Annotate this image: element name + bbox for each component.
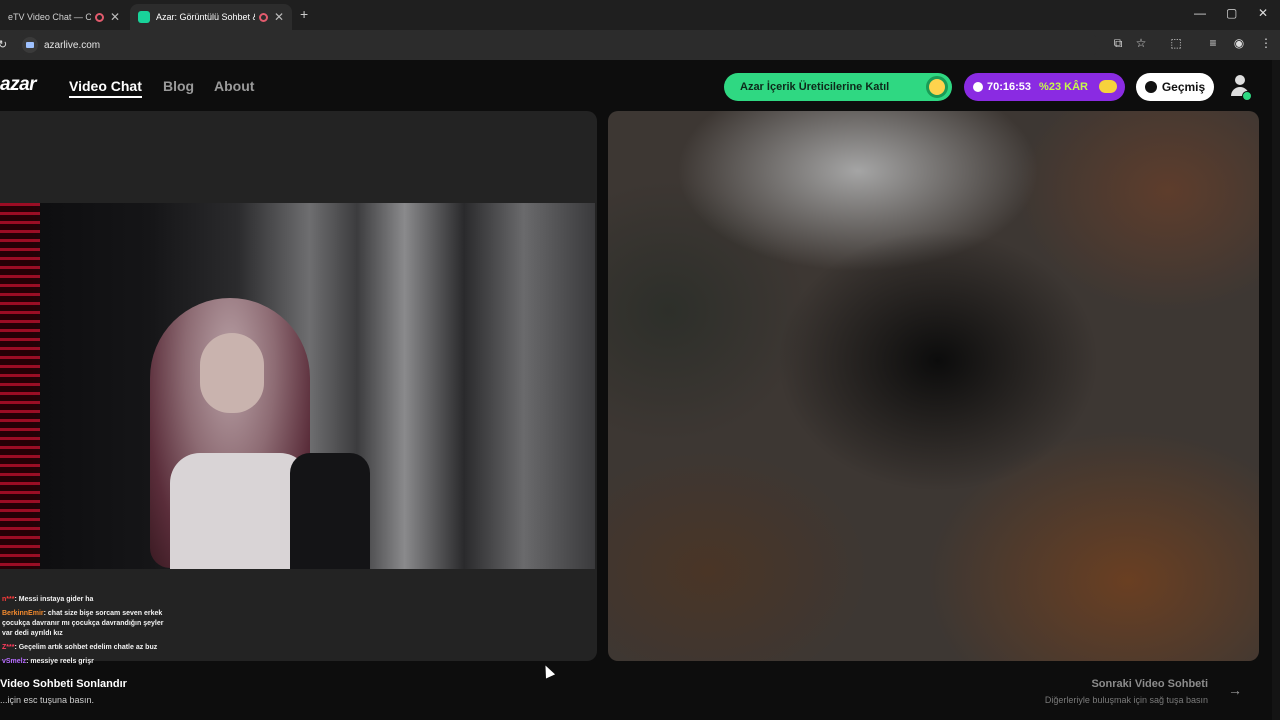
close-tab-icon[interactable]: ✕ [274,10,284,24]
media-controls-icon[interactable]: ≡ [1205,36,1221,50]
mouse-cursor-icon [540,663,556,679]
new-tab-button[interactable]: + [300,6,308,22]
maximize-button[interactable]: ▢ [1226,6,1237,20]
local-video-panel [0,111,597,661]
nav-video-chat[interactable]: Video Chat [69,78,142,98]
chat-text: messiye reels grişr [30,658,94,665]
camera-sticker-icon [926,76,948,98]
chat-text: Geçelim artık sohbet edelim chatle az bu… [18,644,158,651]
tab-omegle[interactable]: eTV Video Chat — Ome ✕ [0,4,128,30]
chat-text: Messi instaya gider ha [18,596,94,603]
browser-menu-icon[interactable]: ⋮ [1258,36,1274,50]
history-icon [1144,81,1157,93]
chat-username: n*** [2,596,15,603]
person-shirt [170,453,310,569]
led-lights [0,203,40,569]
history-label: Geçmiş [1161,80,1206,94]
gem-sticker-icon [1099,80,1117,93]
recording-icon [258,12,268,22]
end-chat-title[interactable]: Video Sohbeti Sonlandır [0,678,127,690]
azar-logo[interactable]: azar [0,74,37,96]
recording-icon [94,12,104,22]
tab-azar[interactable]: Azar: Görüntülü Sohbet & ✕ [130,4,292,30]
close-window-button[interactable]: ✕ [1258,6,1268,20]
tab-title: eTV Video Chat — Ome [8,12,91,22]
chat-username: Z*** [2,644,15,651]
url-text: azarlive.com [44,39,101,51]
nav-about[interactable]: About [214,78,254,94]
stream-chat: n***: Messi instaya gider ha BerkinnEmir… [2,595,172,671]
creator-cta-button[interactable]: Azar İçerik Üreticilerine Katıl [724,73,952,101]
chat-username: vSmelz [2,658,27,665]
remote-video-panel [608,111,1259,661]
history-button[interactable]: Geçmiş [1136,73,1214,101]
next-chat-title[interactable]: Sonraki Video Sohbeti [1091,678,1208,690]
install-app-icon[interactable]: ⧉ [1110,36,1126,51]
promo-discount: %23 KÂR [1039,81,1088,93]
end-chat-hint: ...için esc tuşuna basın. [0,695,95,705]
azar-page: azar Video Chat Blog About Azar İçerik Ü… [0,60,1280,720]
person-jacket [290,453,370,569]
site-info-icon[interactable] [22,37,38,53]
minimize-button[interactable]: — [1194,6,1206,20]
bookmark-star-icon[interactable]: ☆ [1133,36,1149,50]
browser-tab-bar: eTV Video Chat — Ome ✕ Azar: Görüntülü S… [0,0,1280,30]
azar-favicon-icon [138,11,150,23]
chat-message: n***: Messi instaya gider ha [2,596,94,603]
browser-toolbar: ↻ azarlive.com [0,30,1280,60]
nav-blog[interactable]: Blog [163,78,194,94]
next-chat-hint: Diğerleriyle buluşmak için sağ tuşa bası… [1044,695,1208,705]
chat-message: BerkinnEmir: chat size bişe sorcam seven… [2,610,164,637]
person-face [200,333,264,413]
reload-icon[interactable]: ↻ [0,38,7,51]
creator-cta-label: Azar İçerik Üreticilerine Katıl [740,81,890,93]
webcam-overlay [0,203,595,569]
chat-message: Z***: Geçelim artık sohbet edelim chatle… [2,644,158,651]
tab-title: Azar: Görüntülü Sohbet & [156,12,255,22]
page-scrollbar[interactable] [1272,60,1280,720]
user-avatar[interactable] [1230,75,1252,101]
close-tab-icon[interactable]: ✕ [110,10,120,24]
extensions-icon[interactable]: ⬚ [1168,36,1184,50]
next-arrow-icon[interactable]: → [1228,682,1242,698]
promo-timer: 70:16:53 [987,81,1032,93]
promo-button[interactable]: 70:16:53 %23 KÂR [964,73,1125,101]
chat-username: BerkinnEmir [2,610,44,617]
address-bar[interactable]: azarlive.com [18,34,1100,56]
clock-icon [973,82,983,92]
profile-icon[interactable]: ◉ [1231,36,1247,50]
online-status-icon [1242,91,1252,101]
chat-message: vSmelz: messiye reels grişr [2,658,94,665]
